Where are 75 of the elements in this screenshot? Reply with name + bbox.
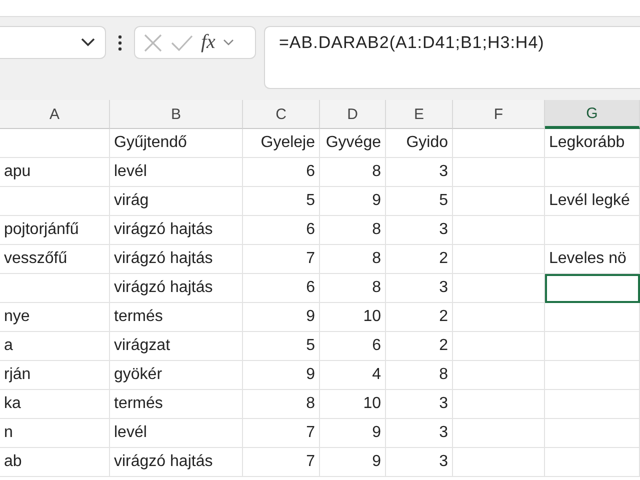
table-cell: Legkorább <box>545 129 640 158</box>
column-header[interactable]: G <box>545 100 640 129</box>
insert-function-button[interactable]: fx <box>201 31 216 54</box>
table-cell: 3 <box>386 419 453 448</box>
table-cell: levél <box>110 158 243 187</box>
column-header[interactable]: A <box>0 100 110 129</box>
table-cell: a <box>0 332 110 361</box>
more-options-icon[interactable] <box>118 35 122 51</box>
table-cell: n <box>0 419 110 448</box>
table-cell: 4 <box>320 361 386 390</box>
table-cell: 2 <box>386 303 453 332</box>
column-header[interactable]: F <box>453 100 545 129</box>
table-cell: Gyűjtendő <box>110 129 243 158</box>
table-cell: Levél legké <box>545 187 640 216</box>
table-cell: 6 <box>243 158 320 187</box>
table-cell: ab <box>0 448 110 477</box>
table-cell: 3 <box>386 448 453 477</box>
table-cell: termés <box>110 390 243 419</box>
formula-field[interactable]: =AB.DARAB2(A1:D41;B1;H3:H4) <box>264 26 640 89</box>
table-cell: nye <box>0 303 110 332</box>
table-cell: Gyeleje <box>243 129 320 158</box>
table-cell: apu <box>0 158 110 187</box>
table-cell: 5 <box>243 187 320 216</box>
table-cell: levél <box>110 419 243 448</box>
column-header[interactable]: C <box>243 100 320 129</box>
table-cell: 5 <box>243 332 320 361</box>
column-header[interactable]: B <box>110 100 243 129</box>
table-cell: 3 <box>386 158 453 187</box>
table-cell: 8 <box>320 245 386 274</box>
table-cell: 3 <box>386 390 453 419</box>
check-icon[interactable] <box>171 34 193 52</box>
table-cell: 9 <box>243 361 320 390</box>
chevron-down-icon[interactable] <box>223 39 234 46</box>
table-cell: virágzó hajtás <box>110 448 243 477</box>
chevron-down-icon <box>81 38 95 47</box>
table-cell: 9 <box>320 448 386 477</box>
table-cell: vesszőfű <box>0 245 110 274</box>
table-cell: 8 <box>320 158 386 187</box>
table-cell: 8 <box>320 274 386 303</box>
table-cell: 3 <box>386 274 453 303</box>
cancel-icon[interactable] <box>143 32 163 52</box>
table-cell: Gyido <box>386 129 453 158</box>
table-cell: virágzat <box>110 332 243 361</box>
table-cell: ka <box>0 390 110 419</box>
table-cell: 6 <box>243 274 320 303</box>
table-cell: virág <box>110 187 243 216</box>
table-cell: 8 <box>320 216 386 245</box>
table-cell: 9 <box>243 303 320 332</box>
table-cell: 10 <box>320 303 386 332</box>
table-cell: 6 <box>320 332 386 361</box>
table-cell: 9 <box>320 187 386 216</box>
table-cell: 3 <box>386 216 453 245</box>
table-cell: virágzó hajtás <box>110 216 243 245</box>
column-header[interactable]: D <box>320 100 386 129</box>
table-cell: 10 <box>320 390 386 419</box>
table-cell: 2 <box>386 245 453 274</box>
column-header[interactable]: E <box>386 100 453 129</box>
table-cell: virágzó hajtás <box>110 274 243 303</box>
active-cell[interactable] <box>545 274 640 303</box>
table-cell: Gyvége <box>320 129 386 158</box>
table-cell: 9 <box>320 419 386 448</box>
table-cell: 5 <box>386 187 453 216</box>
table-cell: 8 <box>386 361 453 390</box>
table-cell: 7 <box>243 448 320 477</box>
table-cell: pojtorjánfű <box>0 216 110 245</box>
table-cell: gyökér <box>110 361 243 390</box>
table-cell: 6 <box>243 216 320 245</box>
table-cell: 7 <box>243 245 320 274</box>
table-cell: virágzó hajtás <box>110 245 243 274</box>
table-cell: 8 <box>243 390 320 419</box>
table-cell: 2 <box>386 332 453 361</box>
table-cell: rján <box>0 361 110 390</box>
table-cell: Leveles nö <box>545 245 640 274</box>
table-cell: termés <box>110 303 243 332</box>
table-cell: 7 <box>243 419 320 448</box>
